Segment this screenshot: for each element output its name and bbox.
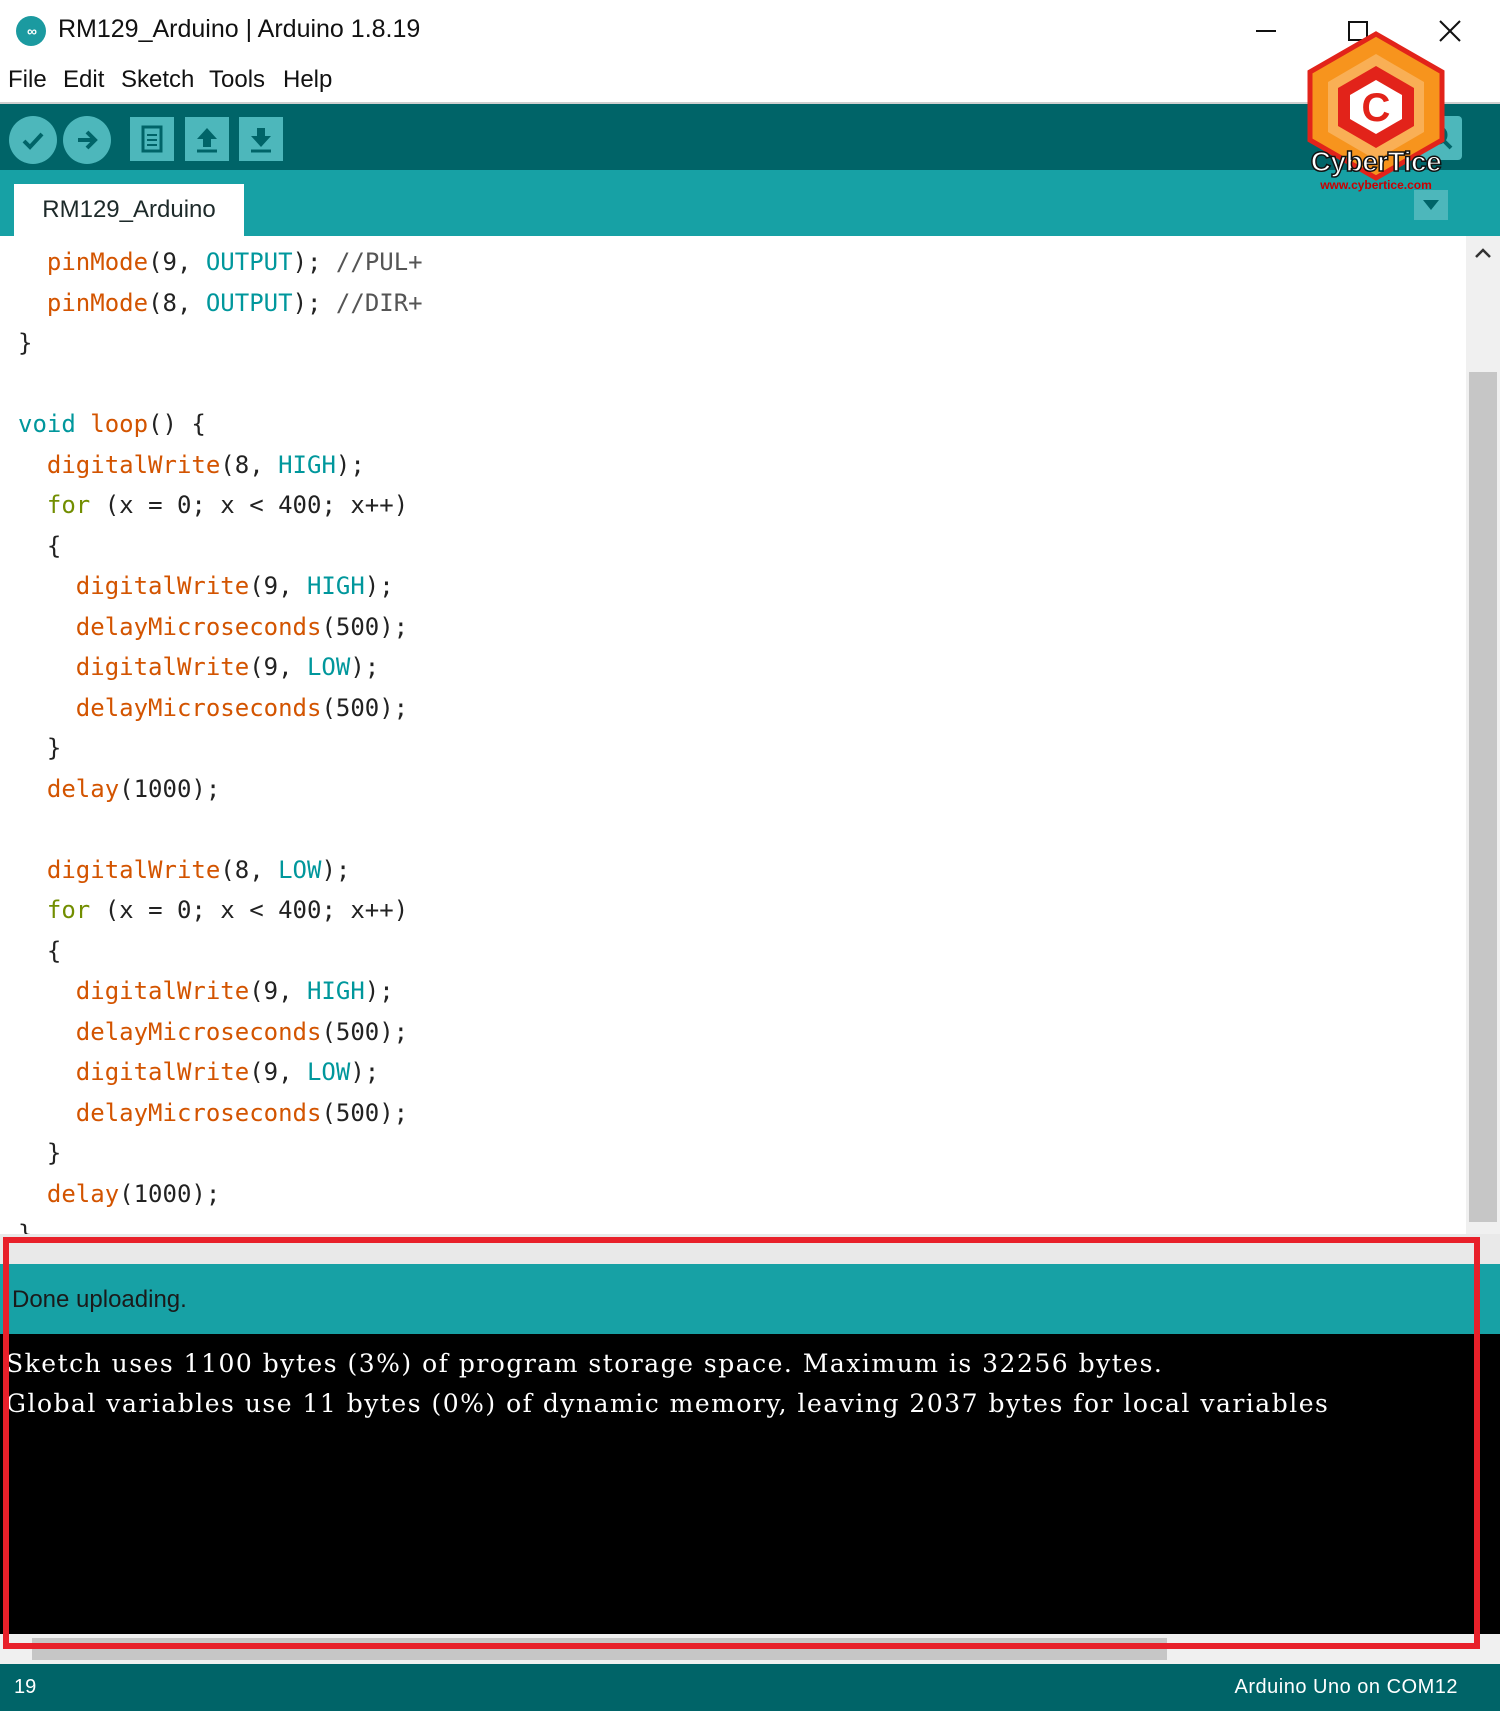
code-editor[interactable]: pinMode(9, OUTPUT); //PUL+ pinMode(8, OU… xyxy=(0,236,1466,1234)
tab-rm129-arduino[interactable]: RM129_Arduino xyxy=(14,184,244,236)
code-line: digitalWrite(9, HIGH); xyxy=(75,572,394,600)
code-line: digitalWrite(8, LOW); xyxy=(46,855,351,884)
highlight-box xyxy=(3,1237,1480,1649)
code-line: } xyxy=(18,734,62,762)
new-sketch-icon xyxy=(141,125,163,153)
code-line: } xyxy=(18,1139,62,1167)
board-port: Arduino Uno on COM12 xyxy=(1234,1676,1458,1698)
code-line: digitalWrite(9, LOW); xyxy=(75,653,380,681)
minimize-icon[interactable] xyxy=(1236,8,1296,54)
scroll-thumb[interactable] xyxy=(1469,372,1497,1222)
code-line: digitalWrite(8, HIGH); xyxy=(46,450,365,479)
toolbar xyxy=(0,104,1500,170)
menu-bar: File Edit Sketch Tools Help xyxy=(0,62,1500,104)
menu-file[interactable]: File xyxy=(8,66,47,94)
menu-sketch[interactable]: Sketch xyxy=(121,66,194,94)
window-title: RM129_Arduino | Arduino 1.8.19 xyxy=(58,15,421,43)
code-line: pinMode(8, OUTPUT); //DIR+ xyxy=(46,288,423,317)
menu-help[interactable]: Help xyxy=(283,66,332,94)
code-line: { xyxy=(18,531,62,560)
code-line: } xyxy=(18,329,33,357)
code-line: delayMicroseconds(500); xyxy=(75,693,409,722)
line-number: 19 xyxy=(14,1676,37,1698)
code-line: } xyxy=(18,1220,33,1234)
verify-checkmark-icon xyxy=(22,132,44,150)
menu-tools[interactable]: Tools xyxy=(209,66,265,94)
code-line: delay(1000); xyxy=(46,1179,221,1208)
code-line: digitalWrite(9, LOW); xyxy=(75,1058,380,1086)
svg-text:C: C xyxy=(1362,86,1391,130)
new-sketch-button[interactable] xyxy=(130,117,174,161)
title-bar: ∞ RM129_Arduino | Arduino 1.8.19 xyxy=(0,0,1500,62)
code-line: delayMicroseconds(500); xyxy=(75,612,409,641)
save-sketch-icon xyxy=(251,128,271,153)
code-line: delay(1000); xyxy=(46,774,221,803)
code-line: delayMicroseconds(500); xyxy=(75,1098,409,1127)
code-line: digitalWrite(9, HIGH); xyxy=(75,977,394,1005)
logo-url: www.cybertice.com xyxy=(1320,178,1432,192)
code-line: { xyxy=(18,936,62,965)
logo-name: CyberTice xyxy=(1310,145,1442,178)
open-sketch-button[interactable] xyxy=(185,117,229,161)
verify-button[interactable] xyxy=(9,116,57,164)
upload-arrow-icon xyxy=(78,130,98,150)
arduino-infinity-icon: ∞ xyxy=(16,16,46,46)
footer-status-bar: 19 Arduino Uno on COM12 xyxy=(0,1664,1500,1711)
code-line: delayMicroseconds(500); xyxy=(75,1017,409,1046)
editor-vertical-scrollbar[interactable] xyxy=(1466,236,1500,1234)
code-line: for (x = 0; x < 400; x++) xyxy=(46,896,409,924)
triangle-down-icon xyxy=(1423,200,1439,210)
code-line: for (x = 0; x < 400; x++) xyxy=(46,491,409,519)
upload-button[interactable] xyxy=(63,116,111,164)
scroll-up-icon[interactable] xyxy=(1466,236,1500,270)
open-sketch-icon xyxy=(197,128,217,153)
menu-edit[interactable]: Edit xyxy=(63,66,104,94)
save-sketch-button[interactable] xyxy=(239,117,283,161)
tab-bar: RM129_Arduino xyxy=(0,170,1500,236)
code-line: void loop() { xyxy=(18,410,206,438)
code-line: pinMode(9, OUTPUT); //PUL+ xyxy=(46,248,423,276)
